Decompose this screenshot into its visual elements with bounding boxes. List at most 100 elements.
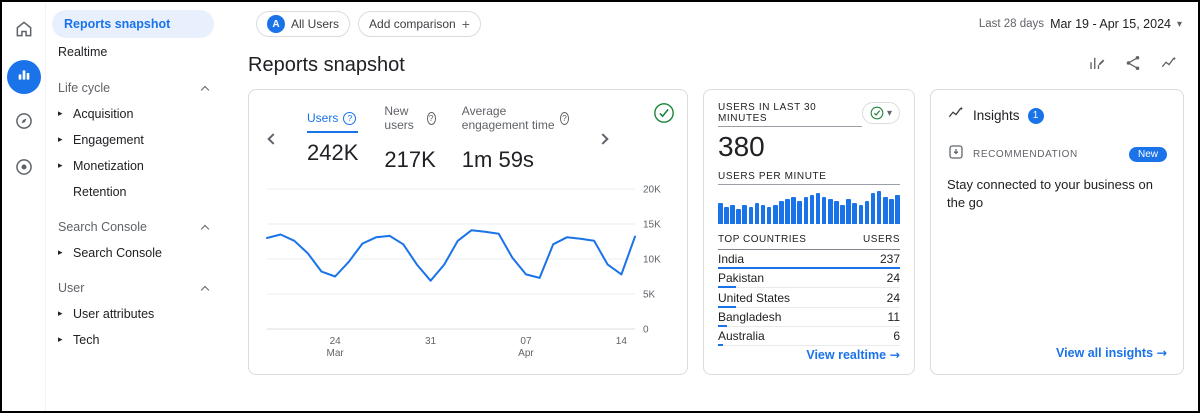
explore-button[interactable] <box>7 106 41 140</box>
sidebar-item-retention[interactable]: Retention <box>46 179 224 205</box>
add-comparison-label: Add comparison <box>369 17 456 31</box>
sidebar-item-label: Realtime <box>58 45 107 59</box>
help-icon[interactable]: ? <box>427 112 436 125</box>
realtime-header: USERS IN LAST 30 MINUTES <box>718 102 862 127</box>
section-header-user[interactable]: User <box>46 275 224 301</box>
sidebar-item-label: User attributes <box>73 307 154 321</box>
svg-text:20K: 20K <box>643 185 661 196</box>
country-row: India 237 <box>718 250 900 269</box>
insights-count-badge: 1 <box>1028 108 1044 124</box>
reports-bar-chart-icon <box>16 67 32 88</box>
users-per-minute-label: USERS PER MINUTE <box>718 171 900 185</box>
expand-arrow-icon: ▸ <box>58 309 68 319</box>
metric-value: 242K <box>307 140 358 166</box>
svg-text:5K: 5K <box>643 290 656 301</box>
segment-label: All Users <box>291 17 339 31</box>
sidebar-item-search-console[interactable]: ▸ Search Console <box>46 240 224 266</box>
svg-text:24: 24 <box>330 336 342 347</box>
report-actions <box>1088 54 1178 77</box>
svg-text:10K: 10K <box>643 255 661 266</box>
reports-button[interactable] <box>7 60 41 94</box>
section-title: Life cycle <box>58 81 110 95</box>
realtime-card: USERS IN LAST 30 MINUTES ▾ 380 USERS PER… <box>703 89 915 375</box>
chevron-right-icon <box>597 133 608 144</box>
check-icon <box>870 106 884 120</box>
svg-text:Mar: Mar <box>327 348 345 359</box>
realtime-status-dropdown[interactable]: ▾ <box>862 102 900 124</box>
advertising-button[interactable] <box>7 152 41 186</box>
country-users: 237 <box>880 252 900 266</box>
sidebar-item-label: Engagement <box>73 133 144 147</box>
chevron-up-icon <box>201 85 209 93</box>
segment-chip-all-users[interactable]: A All Users <box>256 11 350 37</box>
explore-compass-icon <box>14 111 34 136</box>
sidebar-item-label: Search Console <box>73 246 162 260</box>
sidebar-item-label: Monetization <box>73 159 144 173</box>
country-row: Australia 6 <box>718 327 900 346</box>
arrow-right-icon: → <box>1157 345 1167 360</box>
sidebar-section-search-console: Search Console ▸ Search Console <box>46 214 224 266</box>
next-metrics-button[interactable] <box>595 131 611 147</box>
section-header-search-console[interactable]: Search Console <box>46 214 224 240</box>
metric-tabs: Users ? 242K New users ? 217K <box>265 104 671 173</box>
country-name: Australia <box>718 329 765 343</box>
date-range-picker[interactable]: Last 28 days Mar 19 - Apr 15, 2024 ▾ <box>979 17 1182 31</box>
cards-row: Users ? 242K New users ? 217K <box>224 83 1198 375</box>
svg-text:15K: 15K <box>643 220 661 231</box>
sidebar-item-tech[interactable]: ▸ Tech <box>46 327 224 353</box>
sidebar-item-label: Reports snapshot <box>64 17 170 31</box>
svg-text:31: 31 <box>425 336 437 347</box>
sidebar-item-realtime[interactable]: Realtime <box>46 38 224 66</box>
sidebar-item-reports-snapshot[interactable]: Reports snapshot <box>52 10 214 38</box>
help-icon[interactable]: ? <box>560 112 569 125</box>
view-all-insights-link[interactable]: View all insights → <box>1056 346 1167 360</box>
insights-panel-button[interactable] <box>1160 54 1178 77</box>
section-title: Search Console <box>58 220 147 234</box>
customize-report-button[interactable] <box>1088 54 1106 77</box>
users-trend-chart: 05K10K15K20K24Mar3107Apr14 <box>265 175 671 367</box>
insight-message[interactable]: Stay connected to your business on the g… <box>947 176 1162 212</box>
advertising-target-icon <box>14 157 34 182</box>
recommendation-row[interactable]: RECOMMENDATION New <box>947 143 1167 166</box>
metric-value: 1m 59s <box>462 147 569 173</box>
country-users: 24 <box>887 291 900 305</box>
new-badge: New <box>1129 147 1167 162</box>
country-users: 6 <box>893 329 900 343</box>
sidebar-item-acquisition[interactable]: ▸ Acquisition <box>46 101 224 127</box>
metric-tab-new-users[interactable]: New users ? 217K <box>384 104 435 173</box>
previous-metrics-button[interactable] <box>265 131 281 147</box>
sidebar-item-engagement[interactable]: ▸ Engagement <box>46 127 224 153</box>
date-range-value: Mar 19 - Apr 15, 2024 <box>1050 17 1171 31</box>
data-quality-check-button[interactable] <box>653 102 675 124</box>
country-users: 24 <box>887 271 900 285</box>
view-realtime-link[interactable]: View realtime → <box>806 348 900 362</box>
arrow-right-icon: → <box>890 347 900 362</box>
expand-arrow-icon: ▸ <box>58 335 68 345</box>
customize-report-icon <box>1088 54 1106 77</box>
chevron-left-icon <box>267 133 278 144</box>
country-name: Pakistan <box>718 271 764 285</box>
country-row: Bangladesh 11 <box>718 308 900 327</box>
recommendation-label: RECOMMENDATION <box>973 149 1078 160</box>
metric-tab-users[interactable]: Users ? 242K <box>307 111 358 166</box>
help-icon[interactable]: ? <box>343 112 356 125</box>
section-header-life-cycle[interactable]: Life cycle <box>46 75 224 101</box>
comparison-bar: A All Users Add comparison + Last 28 day… <box>224 2 1198 46</box>
sidebar-item-user-attributes[interactable]: ▸ User attributes <box>46 301 224 327</box>
expand-arrow-icon: ▸ <box>58 248 68 258</box>
metric-tab-avg-engagement-time[interactable]: Average engagement time ? 1m 59s <box>462 104 569 173</box>
main-content: A All Users Add comparison + Last 28 day… <box>224 2 1198 411</box>
svg-text:14: 14 <box>616 336 628 347</box>
users-per-minute-chart <box>718 191 900 224</box>
expand-arrow-icon: ▸ <box>58 109 68 119</box>
home-button[interactable] <box>7 14 41 48</box>
sidebar-item-monetization[interactable]: ▸ Monetization <box>46 153 224 179</box>
page-header: Reports snapshot <box>224 46 1198 83</box>
share-button[interactable] <box>1124 54 1142 77</box>
add-comparison-button[interactable]: Add comparison + <box>358 11 481 37</box>
recommendation-icon <box>947 143 965 166</box>
plus-icon: + <box>462 16 470 32</box>
caret-down-icon: ▾ <box>887 108 892 119</box>
country-row: Pakistan 24 <box>718 269 900 288</box>
share-icon <box>1124 54 1142 77</box>
